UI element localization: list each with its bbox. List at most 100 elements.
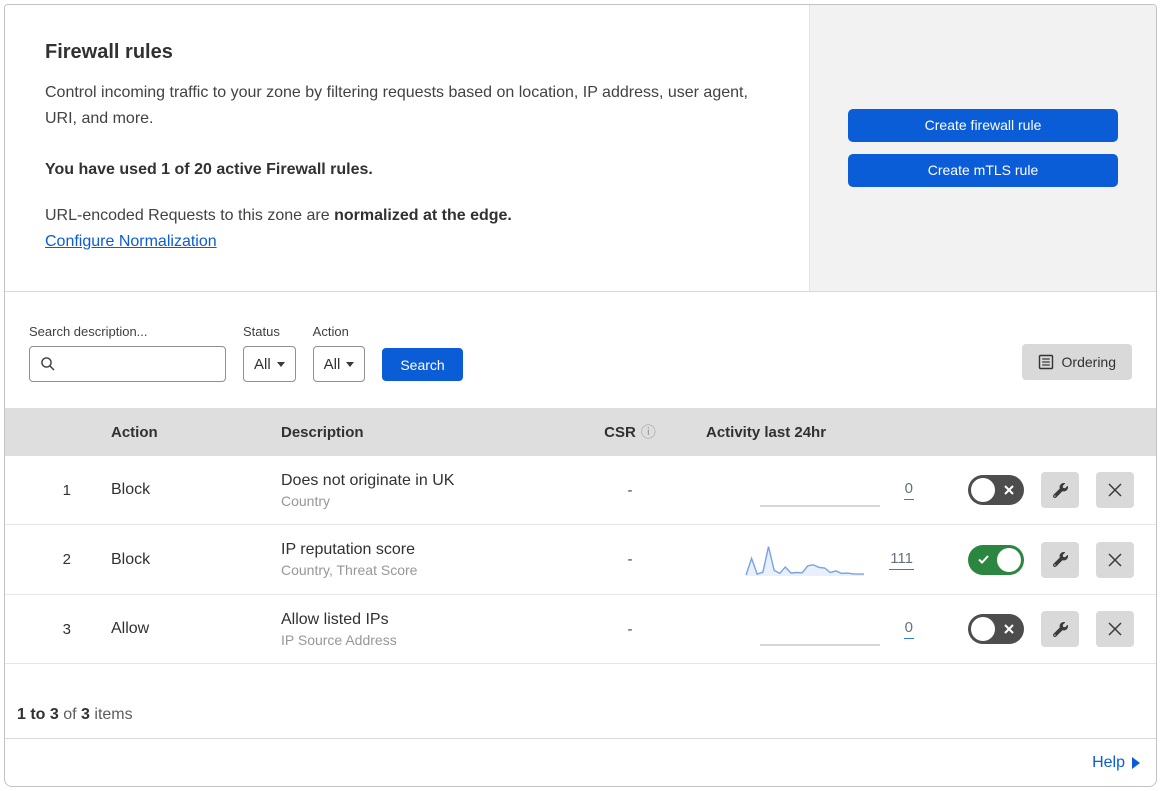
rule-enabled-toggle[interactable] [968, 544, 1024, 575]
rule-controls [920, 611, 1156, 648]
ordering-button[interactable]: Ordering [1021, 344, 1132, 381]
create-firewall-rule-button[interactable]: Create firewall rule [848, 108, 1118, 142]
rule-csr: - [627, 481, 633, 499]
rule-action: Allow [111, 620, 150, 638]
items-label: items [94, 706, 133, 724]
action-label: Action [312, 324, 349, 340]
activity-count-link[interactable]: 111 [889, 550, 914, 570]
search-group: Search description... [29, 324, 226, 383]
wrench-icon [1052, 482, 1068, 498]
rule-activity-cell: 0 [670, 610, 920, 648]
status-dropdown-value: All [254, 355, 271, 373]
chevron-down-icon [276, 361, 285, 367]
items-range: 1 to 3 [17, 706, 59, 724]
edit-rule-button[interactable] [1041, 611, 1079, 648]
help-bar: Help [5, 739, 1156, 786]
help-link-label: Help [1092, 753, 1125, 771]
toggle-knob [997, 547, 1021, 572]
ordering-list-icon [1038, 355, 1053, 370]
column-activity: Activity last 24hr [706, 423, 827, 441]
rule-csr: - [627, 551, 633, 569]
edit-rule-button[interactable] [1041, 541, 1079, 578]
configure-normalization-link[interactable]: Configure Normalization [45, 233, 217, 251]
rule-controls [920, 472, 1156, 509]
help-link[interactable]: Help [1092, 754, 1140, 772]
rule-description: Allow listed IPs [281, 610, 389, 628]
delete-rule-button[interactable] [1096, 472, 1134, 509]
close-icon [1108, 622, 1122, 636]
column-action: Action [111, 423, 158, 441]
search-label: Search description... [29, 324, 148, 340]
page-description: Control incoming traffic to your zone by… [45, 84, 748, 127]
toggle-knob [971, 478, 995, 503]
rule-activity-cell: 0 [670, 471, 920, 509]
delete-rule-button[interactable] [1096, 611, 1134, 648]
close-icon [1108, 483, 1122, 497]
rule-action: Block [111, 481, 151, 499]
delete-rule-button[interactable] [1096, 541, 1134, 578]
rule-number: 3 [62, 620, 71, 638]
items-of: of [63, 706, 77, 724]
page-title: Firewall rules [45, 41, 173, 63]
column-csr: CSR ⓘ [590, 424, 670, 441]
pagination-summary: 1 to 3 of 3 items [5, 664, 1156, 740]
normalization-prefix: URL-encoded Requests to this zone are [45, 207, 335, 225]
activity-count-link[interactable]: 0 [903, 619, 914, 640]
header-text-panel: Firewall rules Control incoming traffic … [5, 5, 809, 291]
search-input[interactable] [29, 346, 226, 383]
rule-description: Does not originate in UK [281, 471, 455, 489]
status-filter-group: Status All [243, 324, 296, 383]
close-icon [1108, 553, 1122, 567]
rule-action: Block [111, 550, 151, 568]
table-header: Action Description CSR ⓘ Activity last 2… [5, 408, 1156, 456]
toggle-knob [971, 617, 995, 642]
rule-enabled-toggle[interactable] [968, 614, 1024, 645]
actions-panel: Create firewall rule Create mTLS rule [809, 5, 1156, 291]
activity-sparkline [759, 644, 880, 646]
normalization-bold: normalized at the edge. [334, 207, 512, 225]
firewall-rules-card: Firewall rules Control incoming traffic … [4, 4, 1157, 787]
rule-description: IP reputation score [281, 541, 416, 559]
activity-count-link[interactable]: 0 [903, 480, 914, 501]
rule-activity-cell: 111 [670, 541, 920, 579]
normalization-note: URL-encoded Requests to this zone are no… [45, 207, 769, 225]
rule-number: 1 [62, 481, 71, 499]
rule-description-cell: Does not originate in UK Country [265, 472, 590, 509]
action-dropdown-value: All [323, 355, 341, 373]
items-total: 3 [81, 706, 90, 724]
activity-sparkline [745, 546, 865, 576]
activity-sparkline [759, 505, 880, 507]
rule-csr: - [627, 620, 633, 638]
chevron-down-icon [346, 361, 355, 367]
rule-description-cell: IP reputation score Country, Threat Scor… [265, 541, 590, 578]
rule-fields: Country [281, 492, 331, 509]
action-filter-group: Action All [312, 324, 366, 383]
x-icon [1004, 485, 1014, 495]
search-button[interactable]: Search [382, 348, 463, 382]
column-csr-label: CSR [604, 423, 636, 441]
status-label: Status [243, 324, 280, 340]
table-row: 1 Block Does not originate in UK Country… [5, 455, 1156, 526]
check-icon [978, 555, 989, 565]
x-icon [1004, 624, 1014, 634]
search-icon [41, 357, 55, 371]
rule-controls [920, 541, 1156, 578]
usage-summary: You have used 1 of 20 active Firewall ru… [45, 161, 373, 179]
info-icon[interactable]: ⓘ [641, 425, 656, 440]
action-dropdown[interactable]: All [312, 346, 366, 383]
filter-bar: Search description... Status All Action … [5, 292, 1156, 408]
rule-enabled-toggle[interactable] [968, 475, 1024, 506]
table-row: 2 Block IP reputation score Country, Thr… [5, 525, 1156, 595]
status-dropdown[interactable]: All [243, 346, 296, 383]
wrench-icon [1052, 621, 1068, 637]
table-row: 3 Allow Allow listed IPs IP Source Addre… [5, 594, 1156, 665]
create-mtls-rule-button[interactable]: Create mTLS rule [848, 153, 1118, 187]
rule-fields: Country, Threat Score [281, 562, 418, 579]
wrench-icon [1052, 552, 1068, 568]
rule-fields: IP Source Address [281, 631, 397, 648]
edit-rule-button[interactable] [1041, 472, 1079, 509]
ordering-button-label: Ordering [1061, 354, 1116, 371]
header-section: Firewall rules Control incoming traffic … [5, 5, 1156, 292]
rule-number: 2 [62, 551, 71, 569]
column-description: Description [281, 423, 364, 441]
